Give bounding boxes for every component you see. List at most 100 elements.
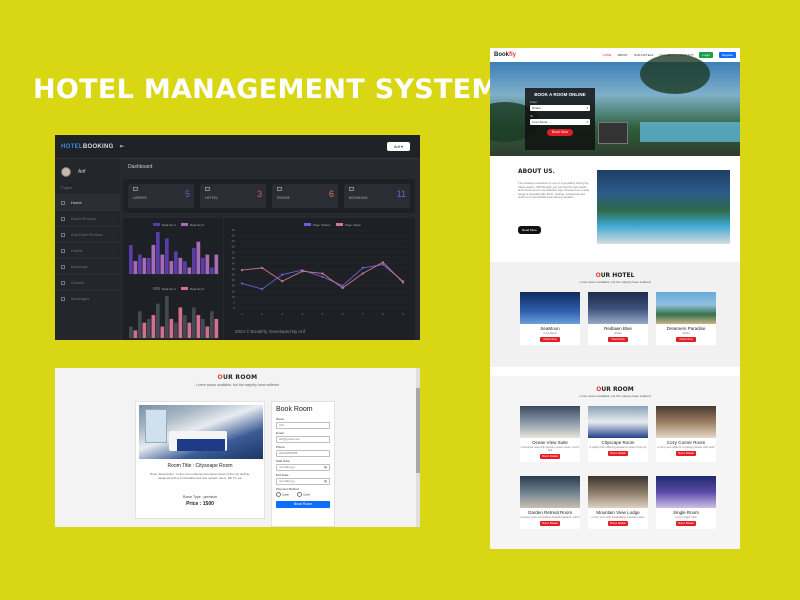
sidebar-item-add-hotel-rooms[interactable]: Add Hotel Rooms › xyxy=(55,226,120,242)
room-description: A cozy room with breathtaking mountain v… xyxy=(591,516,645,519)
chevron-down-icon: ▾ xyxy=(586,106,588,110)
start-date-field: Start Date mm/dd/yyyy ▦ xyxy=(276,459,330,471)
payment-card-radio[interactable]: Card xyxy=(297,492,310,497)
main-title: HOTEL MANAGEMENT SYSTEM xyxy=(33,74,499,105)
scrollbar[interactable] xyxy=(416,368,420,527)
phone-input[interactable]: 01234567895 xyxy=(276,450,330,457)
name-field: Name Arif xyxy=(276,417,330,429)
nav-about[interactable]: ABOUT xyxy=(618,53,628,57)
room-icon xyxy=(61,216,65,221)
register-button[interactable]: Register xyxy=(718,52,736,58)
site-logo[interactable]: Bookfly xyxy=(494,52,516,58)
name-input[interactable]: Arif xyxy=(276,422,330,429)
chevron-right-icon: › xyxy=(112,248,114,253)
sidebar-item-label: Guests xyxy=(71,280,84,285)
room-details-button[interactable]: Room Details xyxy=(676,451,696,456)
our-hotel-section: OUR HOTEL Lorem ipsum available, but the… xyxy=(490,262,740,367)
room-details-button[interactable]: Room Details xyxy=(540,521,560,526)
line-chart: 05101520253035404550556065701 2 3 4 5 6 7 8 9Pag… xyxy=(232,223,407,316)
payment-method-field: Payment Method Cash Card xyxy=(276,487,310,497)
nav-our-hotels[interactable]: OUR HOTELS xyxy=(634,53,654,57)
stat-label: BOOKING xyxy=(349,195,368,200)
email-input[interactable]: arif@gmail.com xyxy=(276,436,330,443)
sidebar-profile: Arif xyxy=(55,159,120,181)
room-details-button[interactable]: Room Details xyxy=(676,521,696,526)
read-more-button[interactable]: Read More xyxy=(518,226,541,234)
book-room-form: Book Room Name Arif Email arif@gmail.com P… xyxy=(271,401,335,527)
user-menu-button[interactable]: Arif ▾ xyxy=(386,142,410,151)
from-select[interactable]: Dhaka ▾ xyxy=(530,105,590,111)
start-date-input[interactable]: mm/dd/yyyy ▦ xyxy=(276,464,330,471)
scrollbar-thumb[interactable] xyxy=(416,388,420,473)
check-now-button[interactable]: Check Now xyxy=(540,337,560,342)
room-details-button[interactable]: Room Details xyxy=(540,454,560,459)
nav-home[interactable]: HOME xyxy=(603,53,612,57)
y-tick-label: 25 xyxy=(232,278,236,282)
sidebar-item-bookings[interactable]: Bookings xyxy=(55,258,120,274)
users-icon xyxy=(133,187,138,191)
sidebar-item-hotels[interactable]: Hotels › xyxy=(55,242,120,258)
bar xyxy=(178,257,183,274)
hero-booking-form: BOOK A ROOM ONLINE From Dhaka ▾ To Coxs B… xyxy=(525,88,595,150)
sidebar-item-label: Messages xyxy=(71,296,90,301)
calendar-icon: ▦ xyxy=(324,479,327,483)
sidebar-item-home[interactable]: Home xyxy=(55,194,120,210)
hotel-location: Sylhet xyxy=(682,332,690,335)
form-title: Book Room xyxy=(276,406,313,413)
stat-card-room[interactable]: ROOM 6 xyxy=(272,184,338,208)
stat-card-booking[interactable]: BOOKING 11 xyxy=(344,184,410,208)
sidebar-item-label: Hotels xyxy=(71,248,83,253)
data-point xyxy=(261,266,264,269)
hotel-photo xyxy=(520,292,580,324)
data-point xyxy=(401,281,405,284)
sidebar-item-room-rooms[interactable]: Room Rooms › xyxy=(55,210,120,226)
room-cards-row-1: Ocean View Suite A luxurious suite with s… xyxy=(520,406,716,462)
add-icon xyxy=(61,232,65,237)
hotel-name: Redlawn Blue xyxy=(604,326,632,331)
stat-label: HOTEL xyxy=(205,195,219,200)
sidebar-item-guests[interactable]: Guests xyxy=(55,274,120,290)
room-detail-card: Room Title : Citysoape Room Room Descrip… xyxy=(135,401,265,519)
bar xyxy=(192,248,196,274)
sidebar-toggle-icon[interactable]: ⇤ xyxy=(120,143,125,150)
sidebar-nav: Home Room Rooms › Add Hotel Rooms › Hotels… xyxy=(55,194,120,306)
book-room-button[interactable]: Book Room xyxy=(276,501,330,508)
room-card: Cozy Corner Room A cozy room ideal for a … xyxy=(656,406,716,462)
payment-cash-radio[interactable]: Cash xyxy=(276,492,289,497)
to-select[interactable]: Coxs Bazar ▾ xyxy=(530,119,590,125)
y-tick-label: 65 xyxy=(232,234,236,238)
legend-label: Page Views xyxy=(345,223,361,227)
dashboard-logo[interactable]: HOTELBOOKING xyxy=(61,144,114,150)
book-now-button[interactable]: Book Now xyxy=(547,129,573,136)
check-now-button[interactable]: Check Now xyxy=(608,337,628,342)
to-label: To xyxy=(530,114,534,118)
room-details-button[interactable]: Room Details xyxy=(608,451,628,456)
sidebar-section-label: Pages xyxy=(61,185,73,190)
data-point xyxy=(381,261,384,264)
legend-label: Data Set 1 xyxy=(162,223,177,227)
end-date-input[interactable]: mm/dd/yyyy ▦ xyxy=(276,478,330,485)
our-room-section: OUR ROOM Lorem ipsum available, but the … xyxy=(490,376,740,549)
x-tick-label: 8 xyxy=(382,312,384,316)
x-tick-label: 9 xyxy=(402,312,404,316)
login-button[interactable]: Login xyxy=(699,52,713,58)
bar xyxy=(133,261,138,274)
room-type: Room Type : premium xyxy=(182,495,218,499)
x-tick-label: 6 xyxy=(342,312,344,316)
section-subtitle: Lorem ipsum available, but the majority … xyxy=(195,383,279,387)
check-now-button[interactable]: Check Now xyxy=(676,337,696,342)
room-photo xyxy=(588,476,648,508)
about-text: The package experience is one of a popul… xyxy=(518,181,590,200)
stat-card-users[interactable]: USERS 5 xyxy=(128,184,194,208)
legend-swatch xyxy=(181,287,188,290)
hotel-location: Coxs Bazar xyxy=(543,332,557,335)
bar xyxy=(183,261,187,274)
sidebar-item-messages[interactable]: Messages xyxy=(55,290,120,306)
dashboard-sidebar: Arif Pages Home Room Rooms › Add Hotel Ro… xyxy=(55,159,120,340)
hotel-icon xyxy=(205,187,210,191)
room-photo xyxy=(139,405,263,459)
section-subtitle: Lorem ipsum available, but the majority … xyxy=(579,394,651,398)
data-point xyxy=(321,272,324,275)
stat-card-hotel[interactable]: HOTEL 3 xyxy=(200,184,266,208)
room-details-button[interactable]: Room Details xyxy=(608,521,628,526)
